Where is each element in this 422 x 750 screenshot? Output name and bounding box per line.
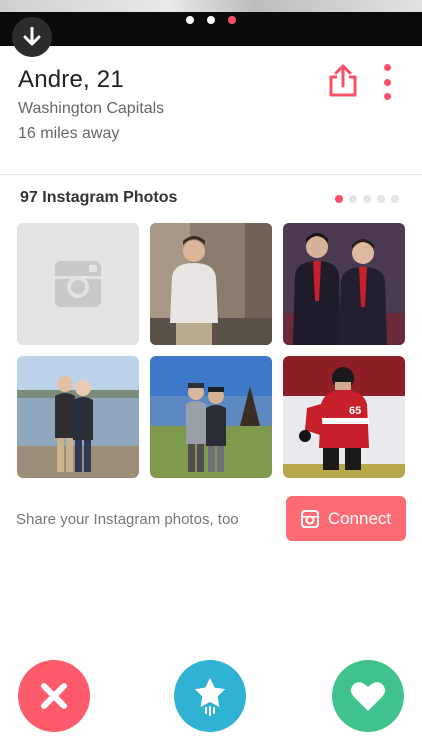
instagram-icon bbox=[55, 261, 101, 307]
like-button[interactable] bbox=[332, 660, 404, 732]
instagram-section-title: 97 Instagram Photos bbox=[20, 189, 178, 206]
instagram-page-dot[interactable] bbox=[349, 195, 357, 203]
share-icon bbox=[329, 64, 357, 97]
instagram-page-dot[interactable] bbox=[377, 195, 385, 203]
instagram-page-dots bbox=[335, 195, 399, 203]
more-dot-icon bbox=[383, 64, 391, 71]
heart-icon bbox=[351, 682, 385, 711]
arrow-down-icon bbox=[23, 27, 41, 46]
profile-team: Washington Capitals bbox=[18, 100, 165, 117]
profile-name-age: Andre, 21 bbox=[18, 66, 124, 93]
instagram-photo[interactable] bbox=[17, 356, 139, 478]
photo-carousel-dots bbox=[0, 16, 422, 24]
instagram-connect-button[interactable]: Connect bbox=[286, 496, 406, 541]
more-dot-icon bbox=[383, 93, 391, 100]
profile-photo-edge bbox=[0, 0, 422, 12]
instagram-photo[interactable] bbox=[150, 223, 272, 345]
instagram-photo[interactable] bbox=[150, 356, 272, 478]
instagram-photo-grid: 65 bbox=[17, 223, 405, 478]
instagram-page-dot[interactable] bbox=[363, 195, 371, 203]
star-icon bbox=[194, 678, 226, 716]
carousel-dot[interactable] bbox=[186, 16, 194, 24]
photo-carousel[interactable] bbox=[0, 0, 422, 46]
close-icon bbox=[41, 683, 67, 709]
instagram-connect-row: Share your Instagram photos, too Connect bbox=[16, 496, 406, 541]
instagram-photo-placeholder bbox=[17, 223, 139, 345]
section-divider bbox=[0, 174, 422, 175]
instagram-page-dot-active[interactable] bbox=[335, 195, 343, 203]
nope-button[interactable] bbox=[18, 660, 90, 732]
more-options-button[interactable] bbox=[378, 62, 396, 102]
instagram-photo[interactable]: 65 bbox=[283, 356, 405, 478]
instagram-icon bbox=[300, 509, 319, 528]
svg-text:65: 65 bbox=[349, 405, 361, 417]
more-dot-icon bbox=[383, 78, 391, 86]
carousel-dot-active[interactable] bbox=[228, 16, 236, 24]
profile-info: Andre, 21 Washington Capitals 16 miles a… bbox=[18, 66, 164, 143]
superlike-button[interactable] bbox=[174, 660, 246, 732]
instagram-photo[interactable] bbox=[283, 223, 405, 345]
share-button[interactable] bbox=[327, 64, 359, 98]
profile-distance: 16 miles away bbox=[18, 125, 120, 142]
instagram-page-dot[interactable] bbox=[391, 195, 399, 203]
collapse-profile-button[interactable] bbox=[12, 17, 52, 57]
instagram-connect-prompt: Share your Instagram photos, too bbox=[16, 511, 239, 528]
carousel-dot[interactable] bbox=[207, 16, 215, 24]
instagram-connect-label: Connect bbox=[327, 508, 392, 528]
